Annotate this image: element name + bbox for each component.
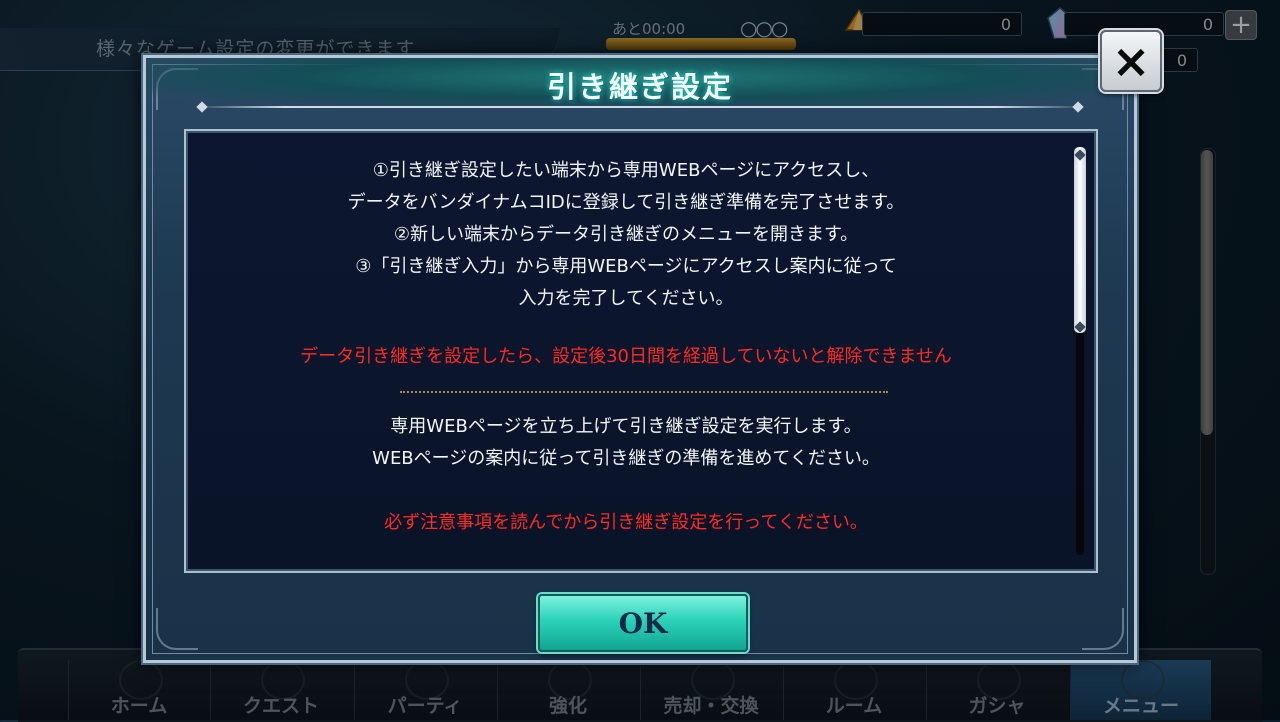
web-instructions: 専用WEBページを立ち上げて引き継ぎ設定を実行します。 WEBページの案内に従っ… <box>186 411 1066 475</box>
data-transfer-dialog: 引き継ぎ設定 ①引き継ぎ設定したい端末から専用WEBページにアクセスし、 データ… <box>143 55 1137 663</box>
instructions-steps: ①引き継ぎ設定したい端末から専用WEBページにアクセスし、 データをバンダイナム… <box>186 155 1066 315</box>
instructions-scroll-thumb[interactable] <box>1074 147 1086 333</box>
close-button[interactable]: × <box>1100 30 1162 92</box>
ok-button[interactable]: OK <box>538 594 748 652</box>
web-line-1: 専用WEBページを立ち上げて引き継ぎ設定を実行します。 <box>390 416 862 437</box>
step-line-1: ①引き継ぎ設定したい端末から専用WEBページにアクセスし、 <box>372 160 880 181</box>
warning-30-days: データ引き継ぎを設定したら、設定後30日間を経過していないと解除できません <box>300 346 952 367</box>
warning-read-notes: 必ず注意事項を読んでから引き継ぎ設定を行ってください。 <box>384 512 868 533</box>
corner-ornament-bottom-left <box>156 608 198 650</box>
step-line-2: データをバンダイナムコIDに登録して引き継ぎ準備を完了させます。 <box>347 192 905 213</box>
web-line-2: WEBページの案内に従って引き継ぎの準備を進めてください。 <box>372 448 880 469</box>
title-divider <box>194 106 1086 108</box>
step-line-4: ③「引き継ぎ入力」から専用WEBページにアクセスし案内に従って <box>355 256 897 277</box>
corner-ornament-bottom-right <box>1082 608 1124 650</box>
step-line-5: 入力を完了してください。 <box>518 288 734 309</box>
dotted-divider <box>400 391 888 393</box>
step-line-3: ②新しい端末からデータ引き継ぎのメニューを開きます。 <box>393 224 859 245</box>
instructions-panel[interactable]: ①引き継ぎ設定したい端末から専用WEBページにアクセスし、 データをバンダイナム… <box>184 129 1098 573</box>
dialog-title: 引き継ぎ設定 <box>546 70 733 104</box>
